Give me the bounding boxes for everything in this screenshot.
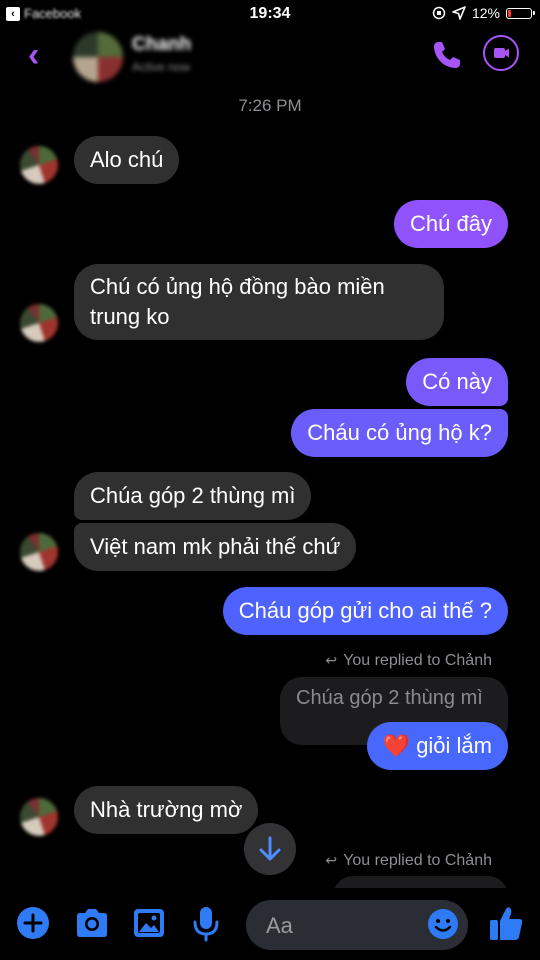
outgoing-message[interactable]: Cháu có ủng hộ k? xyxy=(291,409,508,457)
message-line: Chú có ủng hộ đồng bào miền xyxy=(90,274,385,299)
outgoing-message[interactable]: Chú đây xyxy=(394,200,508,248)
reply-indicator-label: You replied to Chảnh xyxy=(343,852,492,869)
arrow-down-icon xyxy=(259,836,281,861)
sender-avatar[interactable] xyxy=(20,146,58,184)
video-camera-icon xyxy=(494,48,509,58)
outgoing-message[interactable]: ❤️ giỏi lắm xyxy=(366,722,508,770)
orientation-lock-icon xyxy=(432,6,446,20)
message-text: giỏi lắm xyxy=(416,733,492,758)
status-bar: ‹ Facebook 19:34 12% xyxy=(0,0,540,30)
image-icon[interactable] xyxy=(132,906,166,940)
reply-arrow-icon: ↩ xyxy=(325,852,338,868)
reply-indicator: ↩ You replied to Chảnh xyxy=(325,652,492,670)
battery-fill xyxy=(508,9,511,17)
reply-arrow-icon: ↩ xyxy=(325,652,338,668)
battery-percent: 12% xyxy=(471,5,500,21)
reply-indicator: ↩ You replied to Chảnh xyxy=(325,852,492,870)
reply-indicator-label: You replied to Chảnh xyxy=(343,652,492,669)
message-input-placeholder: Aa xyxy=(266,913,293,938)
location-icon xyxy=(452,6,466,20)
message-composer: Aa xyxy=(0,888,540,960)
incoming-message[interactable]: Alo chú xyxy=(74,136,180,184)
sender-avatar[interactable] xyxy=(20,533,58,571)
contact-status: Active now xyxy=(132,60,191,74)
camera-icon[interactable] xyxy=(74,906,110,940)
message-timestamp: 7:26 PM xyxy=(238,96,302,115)
scroll-to-bottom-button[interactable] xyxy=(244,823,296,875)
outgoing-message[interactable]: Cháu góp gửi cho ai thế ? xyxy=(222,587,508,635)
sender-avatar[interactable] xyxy=(20,304,58,342)
back-chevron-icon[interactable]: ‹ xyxy=(28,38,39,72)
message-line: trung ko xyxy=(90,304,170,329)
incoming-message[interactable]: Nhà trường mờ xyxy=(74,786,259,834)
chat-header: ‹ Chanh Active now xyxy=(0,30,540,82)
thumbs-up-icon[interactable] xyxy=(488,904,524,942)
video-call-button[interactable] xyxy=(483,35,519,71)
incoming-message[interactable]: Việt nam mk phải thế chứ xyxy=(74,523,357,571)
plus-icon[interactable] xyxy=(16,906,50,940)
microphone-icon[interactable] xyxy=(190,906,222,942)
outgoing-message[interactable]: Có này xyxy=(406,358,508,406)
contact-name[interactable]: Chanh xyxy=(132,34,191,56)
contact-avatar[interactable] xyxy=(73,32,123,82)
battery-icon xyxy=(506,7,535,19)
incoming-message[interactable]: Chúa góp 2 thùng mì xyxy=(74,472,312,520)
phone-call-icon[interactable] xyxy=(430,38,464,72)
incoming-message[interactable]: Chú có ủng hộ đồng bào miền trung ko xyxy=(74,264,444,340)
status-icons: 12% xyxy=(432,5,535,21)
heart-emoji-icon: ❤️ xyxy=(382,733,411,758)
sender-avatar[interactable] xyxy=(20,798,58,836)
emoji-icon[interactable] xyxy=(427,908,459,940)
